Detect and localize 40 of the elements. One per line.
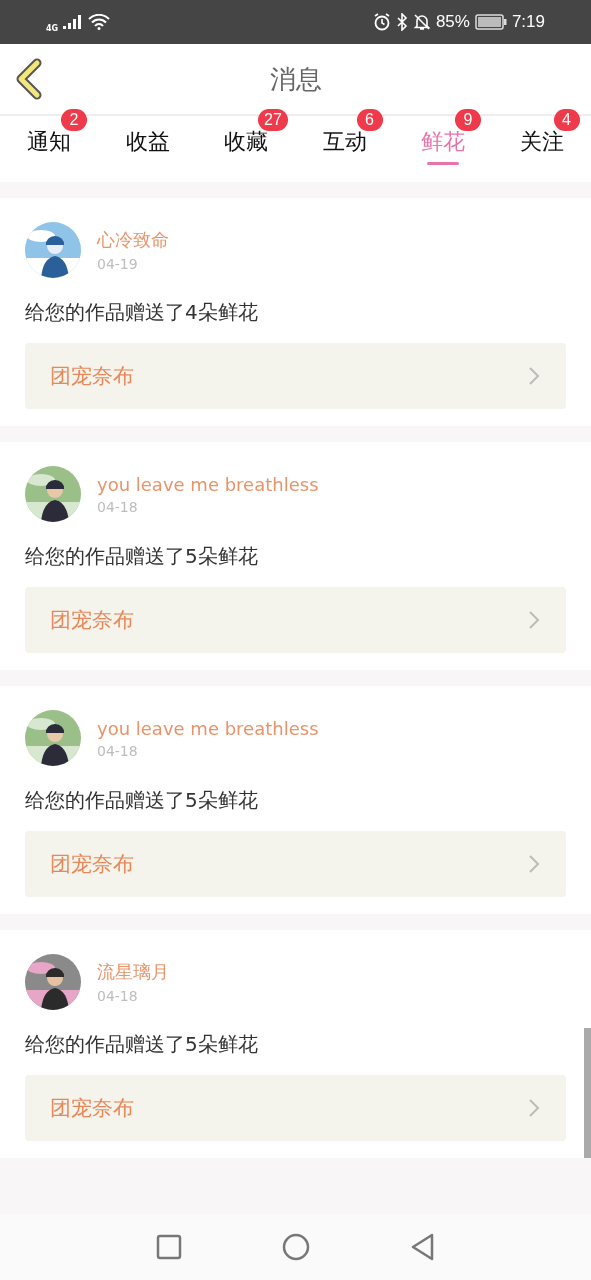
count-badge: 9 (455, 109, 482, 131)
wifi-icon (88, 14, 111, 30)
tab[interactable]: 收益 (125, 126, 170, 158)
chevron-icon (528, 366, 540, 386)
chevron-icon (528, 1098, 540, 1118)
count-badge: 2 (61, 109, 88, 131)
home-icon[interactable] (281, 1233, 310, 1261)
date-label: 04-18 (97, 988, 139, 1004)
page-title: 消息 (269, 62, 322, 96)
message-text: 给您的作品赠送了4朵鲜花 (25, 299, 259, 326)
alarm-icon (372, 13, 391, 31)
count-badge: 6 (356, 109, 383, 131)
clock: 7:19 (511, 12, 545, 32)
chevron-icon (528, 854, 540, 874)
count-badge: 27 (258, 109, 288, 131)
message-text: 给您的作品赠送了5朵鲜花 (25, 543, 259, 570)
signal-icon (63, 15, 84, 29)
user-name[interactable]: 流星璃月 (97, 960, 169, 984)
date-label: 04-18 (97, 498, 139, 515)
bluetooth-icon (395, 13, 408, 31)
user-name[interactable]: 心冷致命 (97, 228, 169, 252)
back-icon[interactable] (409, 1233, 436, 1261)
tab-indicator (427, 162, 460, 165)
work-link[interactable]: 团宠奈布 (25, 587, 566, 653)
battery-icon (474, 14, 507, 30)
chevron-icon (528, 610, 540, 630)
network-label: 4G (46, 23, 59, 33)
bell-muted-icon (412, 13, 431, 31)
user-name[interactable]: you leave me breathless (97, 473, 319, 495)
work-link[interactable]: 团宠奈布 (25, 343, 566, 409)
message-text: 给您的作品赠送了5朵鲜花 (25, 1031, 259, 1058)
work-link[interactable]: 团宠奈布 (25, 831, 566, 897)
user-name[interactable]: you leave me breathless (97, 717, 319, 739)
date-label: 04-18 (97, 742, 139, 759)
date-label: 04-19 (97, 256, 139, 272)
work-link[interactable]: 团宠奈布 (25, 1075, 566, 1141)
square-icon[interactable] (155, 1234, 182, 1260)
count-badge: 4 (553, 109, 580, 131)
battery-percent: 85% (435, 12, 470, 32)
message-text: 给您的作品赠送了5朵鲜花 (25, 787, 259, 814)
